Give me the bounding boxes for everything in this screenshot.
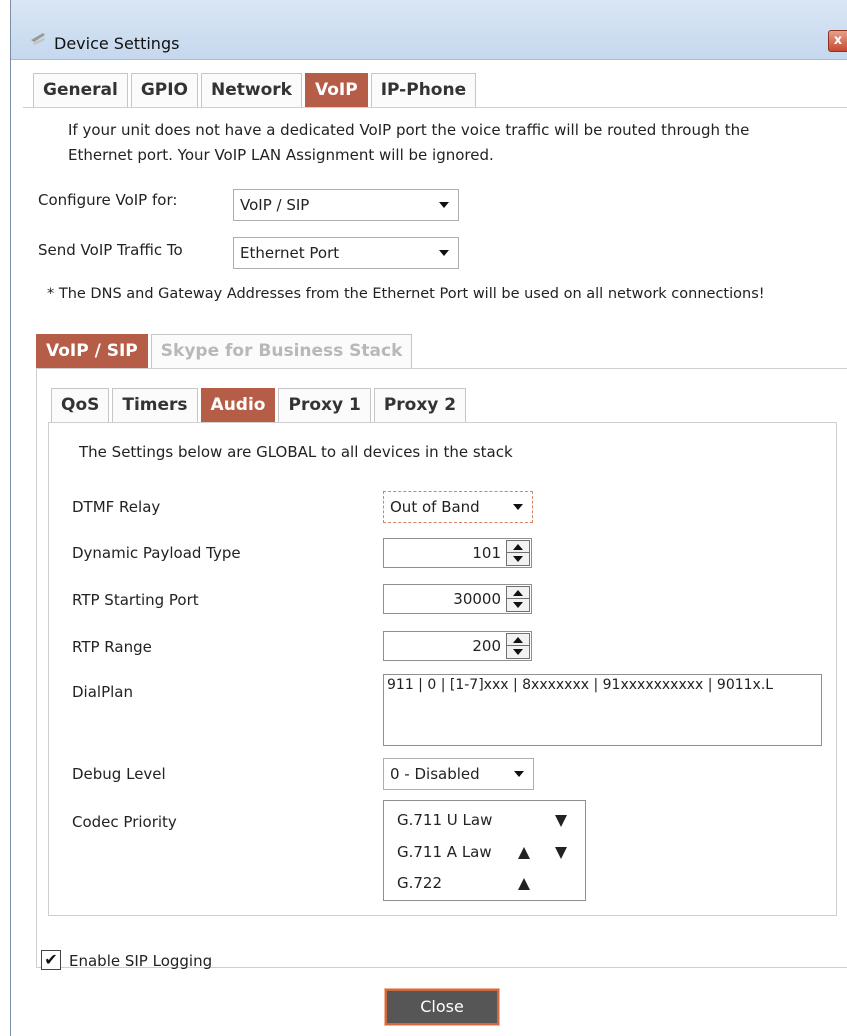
tab-skype-for-business: Skype for Business Stack [150,334,413,368]
decrement-button[interactable] [507,646,529,658]
info-text-line2: Ethernet port. Your VoIP LAN Assignment … [68,146,494,164]
rtp-range-label: RTP Range [72,638,152,656]
app-icon [31,33,45,45]
dynamic-payload-value: 101 [472,544,501,562]
dtmf-relay-value: Out of Band [390,498,480,516]
chevron-down-icon [439,250,449,256]
move-up-icon[interactable] [518,847,530,859]
global-note: The Settings below are GLOBAL to all dev… [79,443,513,461]
tab-audio[interactable]: Audio [200,388,276,423]
codec-item[interactable]: G.722 [397,874,442,892]
move-up-icon[interactable] [518,878,530,890]
chevron-down-icon [513,504,523,510]
rtp-start-value: 30000 [453,590,501,608]
stepper-buttons [506,540,530,566]
title-bar[interactable]: Device Settings x [11,0,847,60]
stepper-buttons [506,586,530,612]
chevron-down-icon [514,771,524,777]
rtp-range-stepper[interactable]: 200 [383,631,532,661]
debug-level-label: Debug Level [72,765,166,783]
tab-voip[interactable]: VoIP [304,73,368,108]
increment-button[interactable] [507,541,529,553]
tab-voip-sip[interactable]: VoIP / SIP [36,334,148,369]
tab-proxy-2[interactable]: Proxy 2 [373,388,467,422]
send-traffic-label: Send VoIP Traffic To [38,241,183,259]
increment-button[interactable] [507,634,529,646]
enable-sip-logging-label: Enable SIP Logging [69,952,213,970]
info-text-line1: If your unit does not have a dedicated V… [68,121,750,139]
stack-tab-strip: VoIP / SIP Skype for Business Stack [36,334,413,369]
window-title: Device Settings [54,34,180,53]
tab-network[interactable]: Network [201,73,302,107]
device-settings-window: Device Settings x General GPIO Network V… [10,0,847,1036]
tab-gpio[interactable]: GPIO [130,73,199,107]
rtp-range-value: 200 [472,637,501,655]
send-traffic-dropdown[interactable]: Ethernet Port [233,237,459,269]
close-button[interactable]: Close [385,989,499,1025]
move-down-icon[interactable] [555,847,567,859]
dtmf-relay-label: DTMF Relay [72,498,161,516]
close-window-icon[interactable]: x [828,30,847,52]
tab-timers[interactable]: Timers [112,388,198,422]
debug-level-value: 0 - Disabled [390,765,480,783]
enable-sip-logging-checkbox[interactable]: ✔ [41,950,61,970]
sub-tab-strip: QoS Timers Audio Proxy 1 Proxy 2 [51,388,467,423]
dynamic-payload-label: Dynamic Payload Type [72,544,241,562]
dialplan-label: DialPlan [72,683,133,701]
codec-item[interactable]: G.711 A Law [397,843,492,861]
dialog-content: General GPIO Network VoIP IP-Phone If yo… [11,60,847,1036]
decrement-button[interactable] [507,599,529,611]
increment-button[interactable] [507,587,529,599]
tab-proxy-1[interactable]: Proxy 1 [278,388,371,422]
rtp-start-stepper[interactable]: 30000 [383,584,532,614]
main-tab-strip: General GPIO Network VoIP IP-Phone [33,73,477,108]
rtp-start-label: RTP Starting Port [72,591,199,609]
codec-priority-label: Codec Priority [72,813,177,831]
dns-note: * The DNS and Gateway Addresses from the… [47,286,765,302]
codec-item[interactable]: G.711 U Law [397,811,492,829]
tab-general[interactable]: General [33,73,128,107]
configure-voip-label: Configure VoIP for: [38,191,178,209]
tab-qos[interactable]: QoS [51,388,110,422]
dynamic-payload-stepper[interactable]: 101 [383,538,532,568]
configure-voip-dropdown[interactable]: VoIP / SIP [233,189,459,221]
debug-level-dropdown[interactable]: 0 - Disabled [383,758,534,790]
configure-voip-value: VoIP / SIP [240,196,310,214]
dtmf-relay-dropdown[interactable]: Out of Band [383,491,533,523]
stepper-buttons [506,633,530,659]
codec-priority-list: G.711 U Law G.711 A Law G.722 [383,800,586,901]
send-traffic-value: Ethernet Port [240,244,340,262]
tab-ip-phone[interactable]: IP-Phone [370,73,477,107]
main-tab-divider [23,107,847,108]
chevron-down-icon [439,202,449,208]
decrement-button[interactable] [507,553,529,565]
move-down-icon[interactable] [555,815,567,827]
dialplan-textarea[interactable]: 911 | 0 | [1-7]xxx | 8xxxxxxx | 91xxxxxx… [383,674,822,746]
